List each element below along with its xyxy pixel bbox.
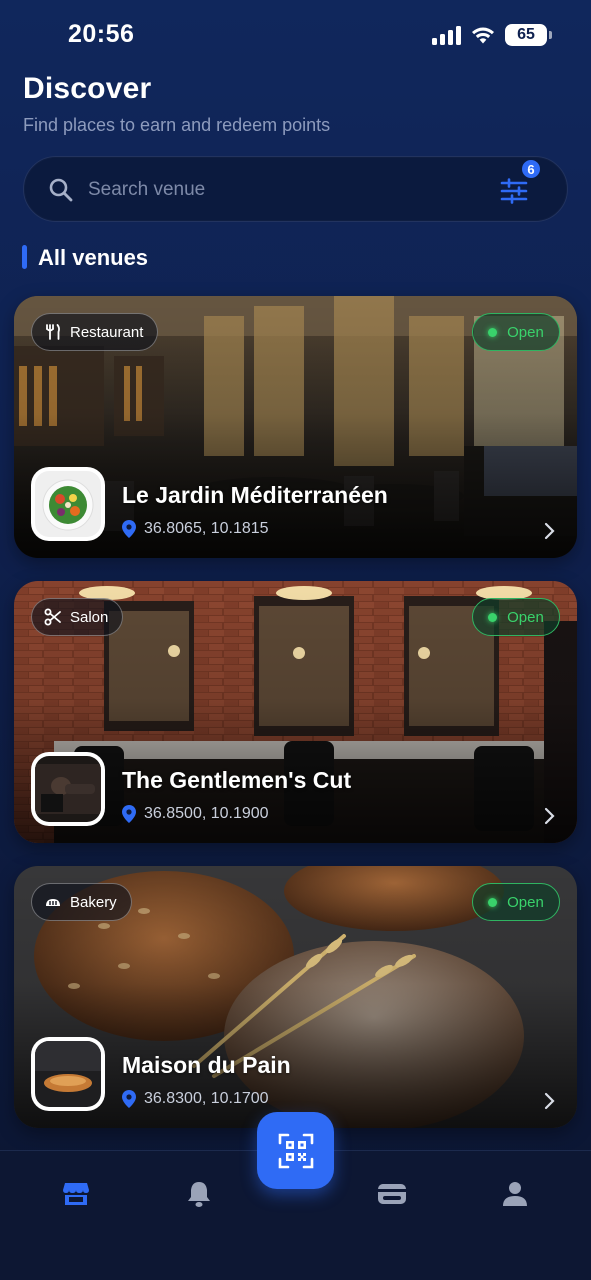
category-label: Bakery (70, 893, 117, 911)
venue-logo (31, 467, 105, 541)
category-label: Salon (70, 608, 109, 626)
venue-name: Maison du Pain (122, 1052, 291, 1078)
open-status-badge: Open (472, 883, 560, 921)
category-chip: Restaurant (31, 313, 159, 351)
user-icon (503, 1182, 527, 1206)
coordinates-text: 36.8065, 10.1815 (144, 520, 269, 537)
chevron-right-icon[interactable] (543, 1092, 557, 1110)
venue-card[interactable]: Salon Open The Gentlemen's Cut 36.8500, … (14, 581, 577, 843)
sliders-icon (500, 178, 528, 204)
section-accent-bar (22, 245, 27, 269)
status-label: Open (507, 893, 544, 911)
nav-discover[interactable] (61, 1179, 91, 1209)
wallet-icon (378, 1184, 406, 1204)
filter-count-badge: 6 (520, 158, 542, 180)
venue-name: Le Jardin Méditerranéen (122, 482, 388, 508)
store-icon (63, 1183, 89, 1205)
signal-icon (432, 25, 461, 45)
barber-photo-icon (35, 756, 101, 822)
status-label: Open (507, 323, 544, 341)
status-time: 20:56 (68, 20, 135, 48)
location-pin-icon (122, 805, 136, 823)
chevron-right-icon[interactable] (543, 522, 557, 540)
nav-profile[interactable] (500, 1179, 530, 1209)
nav-notifications[interactable] (184, 1179, 214, 1209)
category-chip: Bakery (31, 883, 132, 921)
bell-icon (188, 1182, 210, 1207)
venue-card[interactable]: Restaurant Open Le Jardin Méditerranéen … (14, 296, 577, 558)
open-status-badge: Open (472, 313, 560, 351)
venue-location: 36.8300, 10.1700 (122, 1090, 269, 1108)
coordinates-text: 36.8500, 10.1900 (144, 805, 269, 822)
venue-card[interactable]: Bakery Open Maison du Pain 36.8300, 10.1… (14, 866, 577, 1128)
venue-logo (31, 1037, 105, 1111)
bread-icon (46, 899, 60, 906)
venue-location: 36.8500, 10.1900 (122, 805, 269, 823)
venue-logo (31, 752, 105, 826)
qr-scan-button[interactable] (257, 1112, 334, 1189)
status-dot-icon (488, 897, 498, 907)
status-icons: 65 (432, 24, 552, 46)
nav-wallet[interactable] (377, 1179, 407, 1209)
wifi-icon (472, 27, 494, 44)
location-pin-icon (122, 520, 136, 538)
search-bar[interactable] (23, 156, 568, 222)
status-dot-icon (488, 612, 498, 622)
search-icon (49, 178, 73, 202)
status-label: Open (507, 608, 544, 626)
category-chip: Salon (31, 598, 124, 636)
venue-name: The Gentlemen's Cut (122, 767, 352, 793)
bread-photo-icon (35, 1041, 101, 1107)
scissors-icon (44, 608, 61, 626)
section-title: All venues (38, 245, 149, 270)
search-input[interactable] (88, 171, 468, 209)
category-label: Restaurant (70, 323, 144, 341)
location-pin-icon (122, 1090, 136, 1108)
status-bar: 20:56 65 (0, 0, 591, 70)
chevron-right-icon[interactable] (543, 807, 557, 825)
coordinates-text: 36.8300, 10.1700 (144, 1090, 269, 1107)
fork-knife-icon (46, 324, 60, 340)
qr-scan-icon (278, 1133, 313, 1168)
salad-bowl-icon (35, 471, 101, 537)
battery-indicator: 65 (505, 24, 552, 46)
page-subtitle: Find places to earn and redeem points (23, 115, 331, 135)
open-status-badge: Open (472, 598, 560, 636)
status-dot-icon (488, 327, 498, 337)
page-title: Discover (23, 72, 152, 105)
venue-location: 36.8065, 10.1815 (122, 520, 269, 538)
